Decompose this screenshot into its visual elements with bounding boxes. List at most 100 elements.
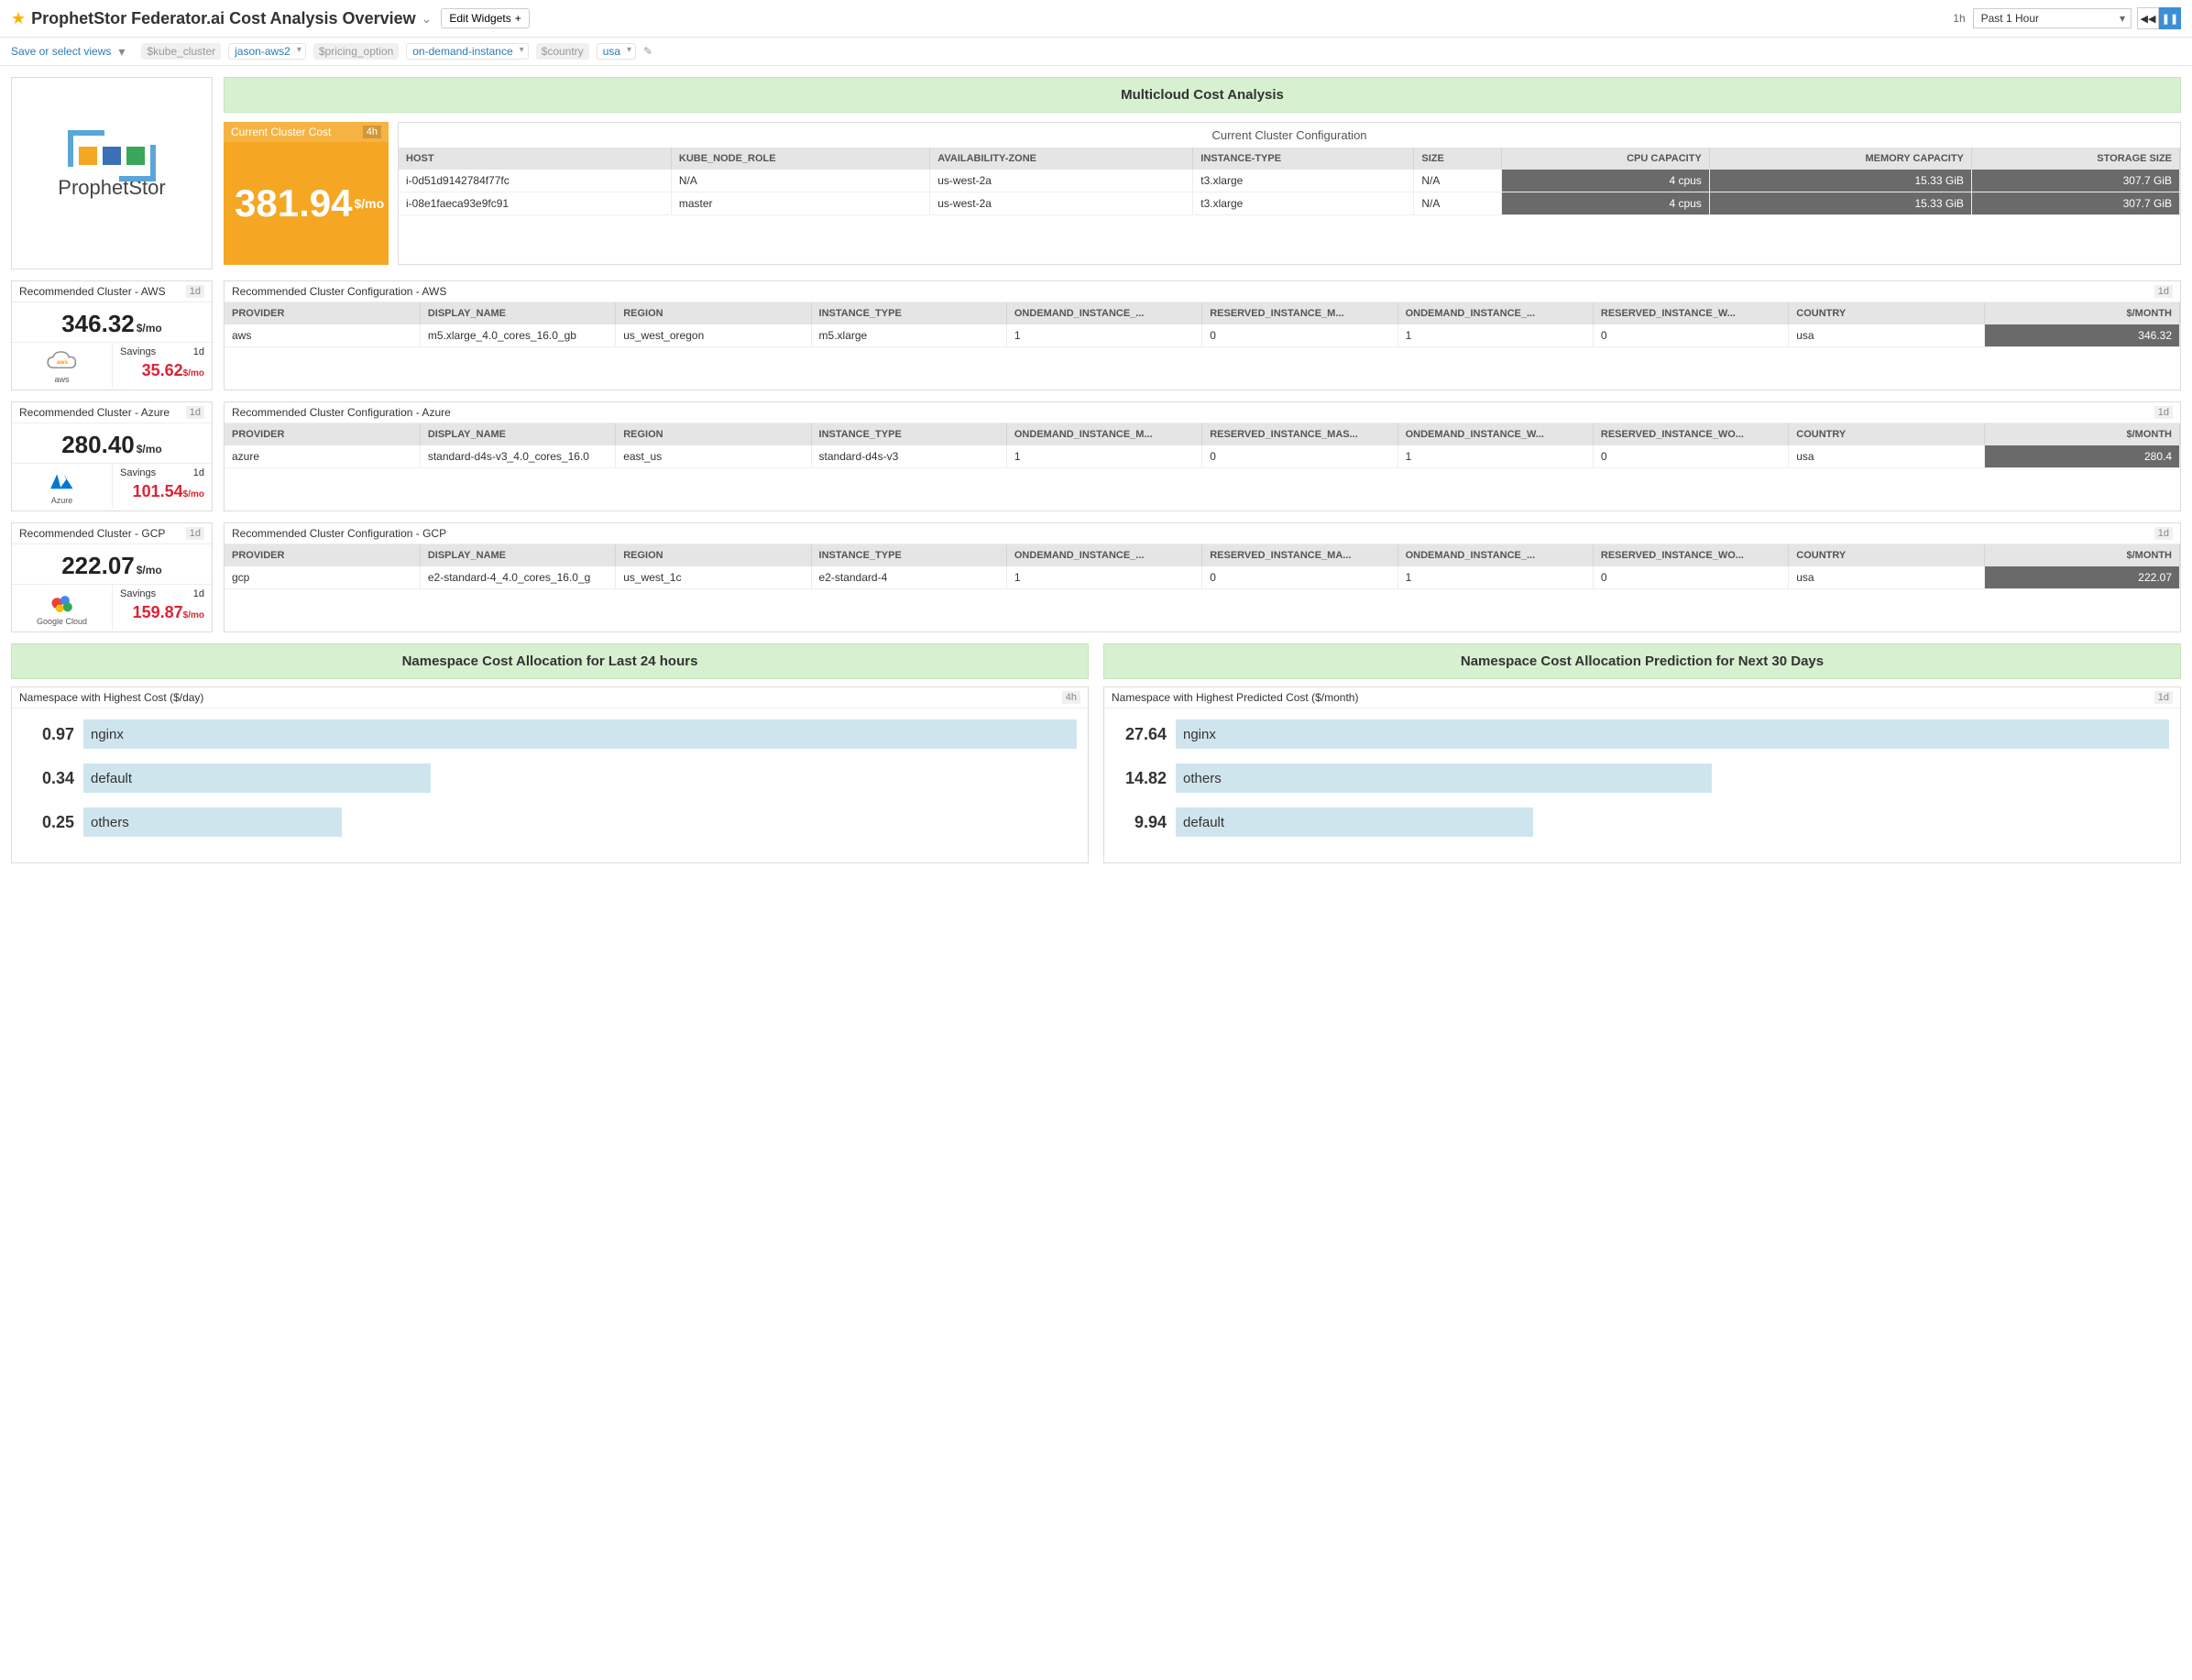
table-row[interactable]: azurestandard-d4s-v3_4.0_cores_16.0east_…	[225, 445, 2180, 468]
table-header[interactable]: AVAILABILITY-ZONE	[930, 148, 1193, 170]
table-header[interactable]: DISPLAY_NAME	[420, 544, 615, 566]
ns-value: 0.97	[23, 725, 74, 744]
rec-aws-config-card: Recommended Cluster Configuration - AWS 1…	[224, 280, 2181, 390]
rec-config-title: Recommended Cluster Configuration - Azur…	[232, 406, 451, 419]
gcp-icon: Google Cloud	[12, 585, 112, 630]
ns-left-tf: 4h	[1062, 691, 1080, 704]
table-row[interactable]: i-0d51d9142784f77fcN/Aus-west-2at3.xlarg…	[399, 170, 2180, 192]
rec-value: 222.07	[61, 552, 135, 580]
table-header[interactable]: INSTANCE-TYPE	[1193, 148, 1414, 170]
table-header[interactable]: RESERVED_INSTANCE_WO...	[1593, 423, 1788, 445]
table-header[interactable]: PROVIDER	[225, 302, 420, 324]
table-header[interactable]: RESERVED_INSTANCE_WO...	[1593, 544, 1788, 566]
table-header[interactable]: SIZE	[1414, 148, 1501, 170]
table-header[interactable]: ONDEMAND_INSTANCE_...	[1397, 544, 1593, 566]
ns-left-col: Namespace Cost Allocation for Last 24 ho…	[11, 643, 1089, 863]
table-header[interactable]: ONDEMAND_INSTANCE_...	[1397, 302, 1593, 324]
savings-value: 101.54$/mo	[116, 478, 208, 505]
ns-row[interactable]: 9.94default	[1115, 807, 2169, 837]
table-header[interactable]: $/MONTH	[1984, 544, 2179, 566]
ns-row[interactable]: 0.25others	[23, 807, 1077, 837]
table-header[interactable]: ONDEMAND_INSTANCE_W...	[1397, 423, 1593, 445]
table-header[interactable]: ONDEMAND_INSTANCE_...	[1006, 544, 1201, 566]
current-config-table: HOSTKUBE_NODE_ROLEAVAILABILITY-ZONEINSTA…	[399, 148, 2180, 215]
table-header[interactable]: CPU CAPACITY	[1501, 148, 1709, 170]
table-header[interactable]: INSTANCE_TYPE	[811, 423, 1006, 445]
table-header[interactable]: INSTANCE_TYPE	[811, 544, 1006, 566]
table-cell: 4 cpus	[1501, 192, 1709, 215]
table-cell: e2-standard-4_4.0_cores_16.0_g	[420, 566, 615, 589]
star-icon[interactable]: ★	[11, 9, 26, 28]
table-cell: us_west_1c	[616, 566, 811, 589]
time-range-select[interactable]: Past 1 Hour	[1973, 8, 2132, 28]
pause-button[interactable]: ❚❚	[2159, 7, 2181, 29]
table-header[interactable]: COUNTRY	[1789, 544, 1984, 566]
table-header[interactable]: KUBE_NODE_ROLE	[671, 148, 929, 170]
table-header[interactable]: PROVIDER	[225, 423, 420, 445]
rewind-button[interactable]: ◀◀	[2137, 7, 2159, 29]
table-cell: standard-d4s-v3_4.0_cores_16.0	[420, 445, 615, 468]
table-header[interactable]: $/MONTH	[1984, 423, 2179, 445]
edit-widgets-button[interactable]: Edit Widgets+	[441, 8, 529, 28]
table-header[interactable]: DISPLAY_NAME	[420, 302, 615, 324]
table-row[interactable]: awsm5.xlarge_4.0_cores_16.0_gbus_west_or…	[225, 324, 2180, 347]
table-header[interactable]: HOST	[399, 148, 671, 170]
table-header[interactable]: COUNTRY	[1789, 423, 1984, 445]
ns-row[interactable]: 0.34default	[23, 763, 1077, 793]
current-cost-card[interactable]: Current Cluster Cost4h 381.94$/mo	[224, 122, 389, 265]
var-kube-cluster-value[interactable]: jason-aws2	[228, 43, 306, 60]
table-header[interactable]: INSTANCE_TYPE	[811, 302, 1006, 324]
table-cell: i-08e1faeca93e9fc91	[399, 192, 671, 215]
table-header[interactable]: REGION	[616, 302, 811, 324]
table-cell: 1	[1397, 445, 1593, 468]
title-chevron-icon[interactable]: ⌄	[422, 11, 433, 27]
ns-row[interactable]: 14.82others	[1115, 763, 2169, 793]
table-header[interactable]: ONDEMAND_INSTANCE_M...	[1006, 423, 1201, 445]
table-cell: 1	[1397, 566, 1593, 589]
ns-bar: default	[1176, 807, 1533, 837]
save-views-link[interactable]: Save or select views	[11, 45, 111, 58]
table-header[interactable]: RESERVED_INSTANCE_W...	[1593, 302, 1788, 324]
table-cell: aws	[225, 324, 420, 347]
rec-savings: Savings1d35.62$/mo	[112, 343, 212, 388]
table-header[interactable]: RESERVED_INSTANCE_M...	[1202, 302, 1397, 324]
rec-tf: 1d	[186, 527, 204, 540]
views-chevron-icon[interactable]: ▾	[118, 44, 125, 60]
table-cell: 222.07	[1984, 566, 2179, 589]
table-header[interactable]: COUNTRY	[1789, 302, 1984, 324]
rec-savings: Savings1d101.54$/mo	[112, 464, 212, 509]
table-cell: 1	[1006, 566, 1201, 589]
table-row[interactable]: gcpe2-standard-4_4.0_cores_16.0_gus_west…	[225, 566, 2180, 589]
ns-bar-wrap: others	[1176, 763, 2169, 793]
rec-config-title: Recommended Cluster Configuration - AWS	[232, 285, 446, 298]
table-cell: us-west-2a	[930, 170, 1193, 192]
var-pricing-value[interactable]: on-demand-instance	[406, 43, 528, 60]
rec-azure-card[interactable]: Recommended Cluster - Azure1d280.40$/moA…	[11, 401, 213, 511]
rec-gcp-card[interactable]: Recommended Cluster - GCP1d222.07$/moGoo…	[11, 522, 213, 632]
table-header[interactable]: PROVIDER	[225, 544, 420, 566]
table-header[interactable]: MEMORY CAPACITY	[1709, 148, 1971, 170]
rec-aws-card[interactable]: Recommended Cluster - AWS1d346.32$/moaws…	[11, 280, 213, 390]
table-header[interactable]: RESERVED_INSTANCE_MAS...	[1202, 423, 1397, 445]
ns-row[interactable]: 27.64nginx	[1115, 719, 2169, 749]
table-cell: 15.33 GiB	[1709, 170, 1971, 192]
table-header[interactable]: RESERVED_INSTANCE_MA...	[1202, 544, 1397, 566]
pencil-icon[interactable]: ✎	[643, 45, 652, 58]
table-header[interactable]: REGION	[616, 423, 811, 445]
table-header[interactable]: STORAGE SIZE	[1971, 148, 2179, 170]
table-row[interactable]: i-08e1faeca93e9fc91masterus-west-2at3.xl…	[399, 192, 2180, 215]
table-cell: usa	[1789, 445, 1984, 468]
current-cost-value: 381.94	[235, 181, 352, 225]
table-header[interactable]: DISPLAY_NAME	[420, 423, 615, 445]
ns-right-heading: Namespace Cost Allocation Prediction for…	[1103, 643, 2181, 679]
namespace-grid: Namespace Cost Allocation for Last 24 ho…	[0, 643, 2192, 874]
table-cell: usa	[1789, 566, 1984, 589]
rec-title: Recommended Cluster - AWS	[19, 285, 166, 298]
table-header[interactable]: ONDEMAND_INSTANCE_...	[1006, 302, 1201, 324]
ns-row[interactable]: 0.97nginx	[23, 719, 1077, 749]
savings-label: Savings	[120, 588, 156, 599]
table-header[interactable]: REGION	[616, 544, 811, 566]
var-country-value[interactable]: usa	[597, 43, 636, 60]
table-cell: 1	[1006, 324, 1201, 347]
table-header[interactable]: $/MONTH	[1984, 302, 2179, 324]
